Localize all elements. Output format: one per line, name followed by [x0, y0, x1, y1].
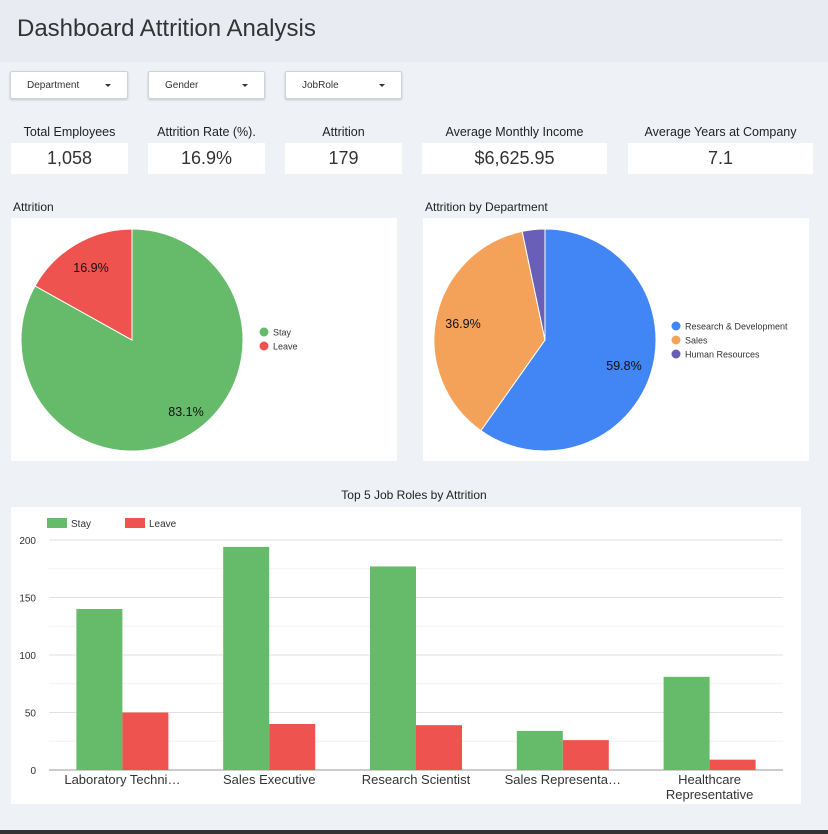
legend-marker-leave: [259, 341, 269, 351]
kpi-label-avg-years: Average Years at Company: [644, 125, 797, 139]
gender-filter-label: Gender: [165, 80, 199, 91]
legend-marker-leave: [125, 518, 145, 528]
pie-data-label: 36.9%: [445, 317, 480, 331]
pie-data-label: 83.1%: [168, 405, 203, 419]
y-tick-label: 100: [19, 651, 36, 662]
bar-leave-research-scientist[interactable]: [416, 725, 462, 770]
bar-stay-laboratory-techni[interactable]: [76, 609, 123, 770]
bar-stay-sales-executive[interactable]: [223, 546, 270, 770]
legend-label-stay: Stay: [273, 328, 292, 338]
bar-leave-laboratory-techni[interactable]: [122, 712, 169, 771]
bar-y-axis: 0 50 100 150 200: [19, 536, 37, 777]
chevron-down-icon: [105, 84, 111, 87]
x-tick-label: Laboratory Techni…: [64, 772, 180, 787]
bottom-border: [0, 830, 828, 834]
kpi-value-attrition: 179: [285, 143, 402, 174]
kpi-label-attrition: Attrition: [322, 125, 365, 139]
legend-label-stay: Stay: [71, 519, 91, 530]
jobrole-filter-label: JobRole: [302, 80, 339, 91]
legend-label-research-development: Research & Development: [685, 322, 788, 332]
y-tick-label: 200: [19, 536, 36, 547]
kpi-label-attrition-rate: Attrition Rate (%).: [157, 125, 256, 139]
kpi-value-avg-income: $6,625.95: [422, 143, 607, 174]
legend-label-human-resources: Human Resources: [685, 350, 760, 360]
y-tick-label: 0: [30, 766, 36, 777]
kpi-label-total-employees: Total Employees: [23, 125, 116, 139]
legend-label-leave: Leave: [149, 519, 177, 530]
legend-label-leave: Leave: [273, 342, 298, 352]
x-tick-label: Sales Executive: [223, 772, 316, 787]
gender-filter[interactable]: Gender: [148, 71, 265, 99]
jobrole-filter[interactable]: JobRole: [285, 71, 402, 99]
department-pie-card: 59.8% 36.9% Research & Development Sales Hu…: [423, 218, 809, 461]
attrition-pie-card: 83.1% 16.9% Stay Leave: [11, 218, 397, 461]
kpi-label-avg-income: Average Monthly Income: [445, 125, 584, 139]
chevron-down-icon: [242, 84, 248, 87]
bar-chart-title: Top 5 Job Roles by Attrition: [341, 488, 487, 502]
legend-marker-research-development: [671, 321, 681, 331]
bar-leave-sales-representa[interactable]: [562, 740, 609, 770]
department-pie-chart: 59.8% 36.9% Research & Development Sales Hu…: [433, 228, 788, 452]
header-bar: Dashboard Attrition Analysis: [0, 0, 828, 62]
x-tick-label: Research Scientist: [362, 772, 471, 787]
kpi-value-attrition-rate: 16.9%: [148, 143, 265, 174]
chevron-down-icon: [379, 84, 385, 87]
kpi-value-total-employees: 1,058: [11, 143, 128, 174]
department-chart-label: Attrition by Department: [425, 200, 548, 214]
pie-data-label: 59.8%: [606, 359, 641, 373]
legend-marker-sales: [671, 335, 681, 345]
page-title: Dashboard Attrition Analysis: [17, 15, 316, 42]
y-tick-label: 150: [19, 594, 36, 605]
bar-leave-sales-executive[interactable]: [269, 724, 316, 770]
pie-data-label: 16.9%: [73, 261, 108, 275]
bar-leave-healthcare-representative[interactable]: [709, 759, 756, 770]
x-tick-label: Healthcare: [678, 772, 741, 787]
legend-marker-human-resources: [671, 349, 681, 359]
x-tick-label: Sales Representa…: [505, 772, 621, 787]
legend-marker-stay: [47, 518, 67, 528]
y-tick-label: 50: [25, 709, 37, 720]
department-filter[interactable]: Department: [10, 71, 128, 99]
job-roles-bar-chart: Laboratory Techni… Sales Executive Researc…: [47, 518, 783, 802]
job-roles-bar-card: Laboratory Techni… Sales Executive Researc…: [11, 507, 801, 804]
attrition-pie-chart: 83.1% 16.9% Stay Leave: [20, 228, 298, 452]
kpi-value-avg-years: 7.1: [628, 143, 813, 174]
bar-stay-sales-representa[interactable]: [516, 730, 563, 770]
attrition-chart-label: Attrition: [13, 200, 54, 214]
department-filter-label: Department: [27, 80, 80, 91]
legend-marker-stay: [259, 327, 269, 337]
x-tick-label: Representative: [666, 787, 753, 802]
legend-label-sales: Sales: [685, 336, 708, 346]
bar-stay-healthcare-representative[interactable]: [663, 676, 710, 770]
bar-stay-research-scientist[interactable]: [370, 566, 416, 770]
